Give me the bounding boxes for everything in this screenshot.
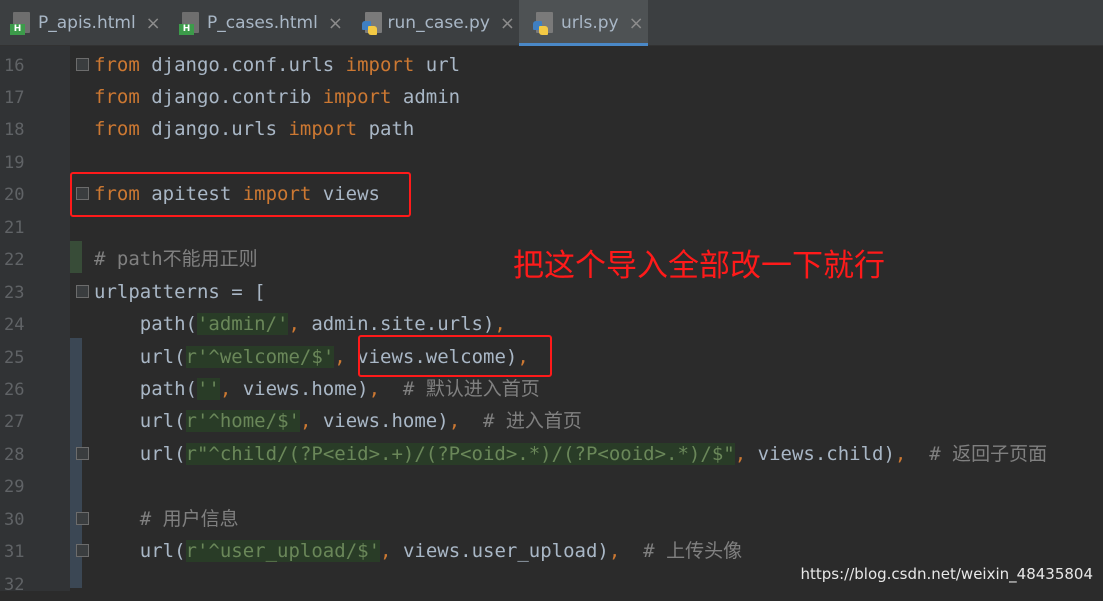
- python-file-icon: [362, 11, 382, 35]
- tab-urls-py[interactable]: urls.py ×: [519, 0, 648, 46]
- line-number: 32: [4, 569, 44, 601]
- tab-run-case-py[interactable]: run_case.py ×: [362, 0, 515, 46]
- close-icon[interactable]: ×: [146, 13, 161, 34]
- line-number: 30: [4, 504, 44, 536]
- code-line-22: # path不能用正则: [94, 243, 258, 275]
- tab-p-cases-html[interactable]: H P_cases.html ×: [179, 0, 354, 46]
- tab-label: P_cases.html: [207, 13, 318, 33]
- line-number: 16: [4, 50, 44, 82]
- line-number-gutter: 16 17 18 19 20 21 22 23 24 25 26 27 28 2…: [0, 46, 70, 591]
- code-line-23: urlpatterns = [: [94, 276, 266, 308]
- close-icon[interactable]: ×: [500, 13, 515, 34]
- tab-label: run_case.py: [388, 13, 490, 33]
- code-line-16: from django.conf.urls import url: [94, 49, 460, 81]
- line-number: 31: [4, 536, 44, 568]
- tab-label: P_apis.html: [38, 13, 136, 33]
- python-file-icon: [533, 11, 555, 35]
- code-line-17: from django.contrib import admin: [94, 81, 460, 113]
- code-line-26: path('', views.home), # 默认进入首页: [94, 373, 540, 405]
- line-number: 26: [4, 374, 44, 406]
- close-icon[interactable]: ×: [629, 13, 644, 34]
- code-line-18: from django.urls import path: [94, 113, 414, 145]
- code-line-31: url(r'^user_upload/$', views.user_upload…: [94, 535, 742, 567]
- line-number: 29: [4, 471, 44, 503]
- code-line-28: url(r"^child/(?P<eid>.+)/(?P<oid>.*)/(?P…: [94, 438, 1047, 470]
- highlight-box-views-welcome: [358, 335, 552, 377]
- line-number: 17: [4, 82, 44, 114]
- tab-p-apis-html[interactable]: H P_apis.html ×: [10, 0, 172, 46]
- line-number: 18: [4, 114, 44, 146]
- highlight-box-import-line: [70, 172, 411, 217]
- line-number: 27: [4, 406, 44, 438]
- close-icon[interactable]: ×: [328, 13, 343, 34]
- watermark: https://blog.csdn.net/weixin_48435804: [800, 565, 1093, 583]
- code-line-30: # 用户信息: [94, 503, 239, 535]
- code-editor[interactable]: from django.conf.urls import url from dj…: [70, 46, 1103, 591]
- line-number: 21: [4, 212, 44, 244]
- editor-tab-bar: H P_apis.html × H P_cases.html × run_cas…: [0, 0, 1103, 46]
- line-number: 25: [4, 342, 44, 374]
- code-line-27: url(r'^home/$', views.home), # 进入首页: [94, 405, 582, 437]
- line-number: 20: [4, 179, 44, 211]
- line-number: 23: [4, 277, 44, 309]
- tab-label: urls.py: [561, 13, 619, 33]
- line-number: 28: [4, 439, 44, 471]
- annotation-text: 把这个导入全部改一下就行: [513, 240, 885, 285]
- html-file-icon: H: [179, 11, 201, 35]
- line-number: 22: [4, 244, 44, 276]
- line-number: 19: [4, 147, 44, 179]
- line-number: 24: [4, 309, 44, 341]
- html-file-icon: H: [10, 11, 32, 35]
